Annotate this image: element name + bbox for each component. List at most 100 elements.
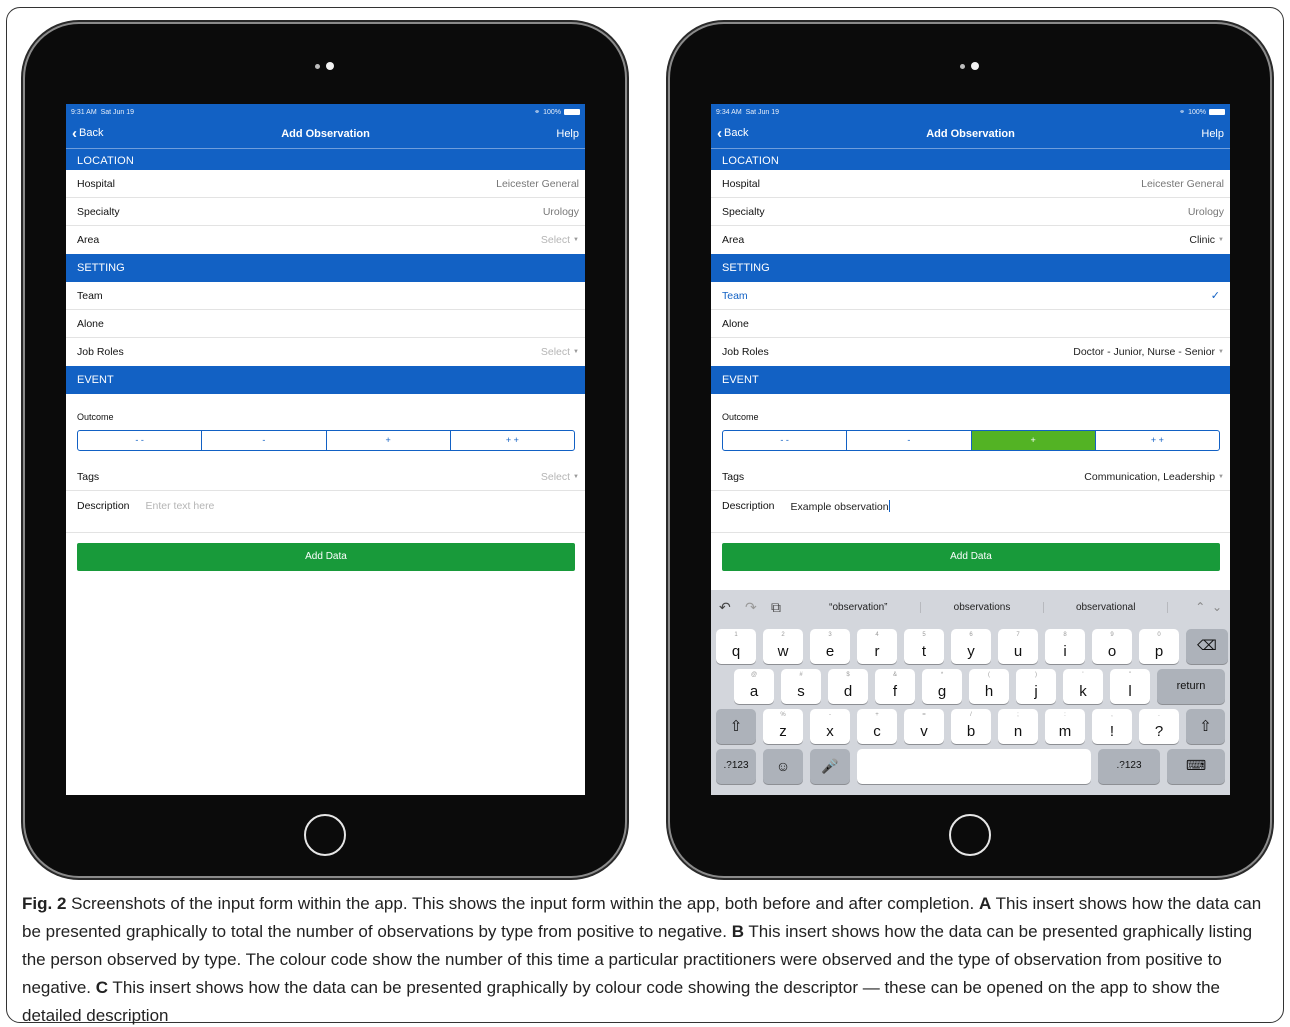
job-roles-row[interactable]: Job Roles Doctor - Junior, Nurse - Senior… — [711, 338, 1230, 366]
team-row[interactable]: Team ✓ — [711, 282, 1230, 310]
checkmark-icon: ✓ — [1210, 290, 1220, 302]
key-hint: 7 — [1016, 632, 1020, 638]
key-?[interactable]: .? — [1139, 709, 1179, 744]
add-data-button[interactable]: Add Data — [77, 543, 575, 571]
key-m[interactable]: :m — [1045, 709, 1085, 744]
job-roles-row[interactable]: Job Roles Select ▼ — [66, 338, 585, 366]
tags-label: Tags — [722, 470, 745, 483]
key-hint: 0 — [1157, 632, 1161, 638]
wifi-icon: ⚭ — [1179, 109, 1186, 116]
outcome-very-negative[interactable]: - - — [723, 431, 848, 450]
numbers-key[interactable]: .?123 — [716, 749, 756, 784]
key-j[interactable]: ) j — [1016, 669, 1056, 704]
specialty-row[interactable]: Specialty Urology — [66, 198, 585, 226]
keyboard-row-3: ⇧% z - x + c = v / b; n: m,!.? ⇧ — [711, 709, 1230, 744]
key-char: e — [825, 643, 835, 660]
home-button[interactable] — [949, 814, 991, 856]
key-p[interactable]: 0p — [1139, 629, 1179, 664]
suggestion-2[interactable]: observations — [921, 601, 1045, 613]
team-row[interactable]: Team — [66, 282, 585, 310]
outcome-negative[interactable]: - — [847, 431, 972, 450]
outcome-very-positive[interactable]: + + — [451, 431, 574, 450]
specialty-row[interactable]: Specialty Urology — [711, 198, 1230, 226]
key-hint: ' — [1082, 672, 1084, 678]
key-hint: . — [1158, 712, 1160, 718]
key-c[interactable]: + c — [857, 709, 897, 744]
key-v[interactable]: = v — [904, 709, 944, 744]
key-l[interactable]: " l — [1110, 669, 1150, 704]
help-button[interactable]: Help — [1201, 128, 1224, 140]
redo-icon[interactable]: ↷ — [745, 599, 771, 616]
clipboard-icon[interactable]: ⧉ — [771, 599, 797, 616]
hospital-value: Leicester General — [1141, 177, 1224, 190]
outcome-very-positive[interactable]: + + — [1096, 431, 1219, 450]
key-char: c — [873, 723, 881, 740]
key-hint: ) — [1035, 672, 1037, 678]
area-select: Select — [540, 234, 571, 246]
alone-row[interactable]: Alone — [711, 310, 1230, 338]
key-hint: 8 — [1063, 632, 1067, 638]
key-![interactable]: ,! — [1092, 709, 1132, 744]
space-key[interactable] — [857, 749, 1091, 784]
description-label: Description — [722, 500, 775, 512]
area-row[interactable]: Area Select ▼ — [66, 226, 585, 254]
key-h[interactable]: (h — [969, 669, 1009, 704]
emoji-key[interactable]: ☺ — [763, 749, 803, 784]
key-i[interactable]: 8i — [1045, 629, 1085, 664]
specialty-value: Urology — [542, 205, 579, 218]
numbers-key-right[interactable]: .?123 — [1098, 749, 1160, 784]
key-t[interactable]: 5t — [904, 629, 944, 664]
tags-row[interactable]: Tags Select ▼ — [66, 463, 585, 491]
suggestion-3[interactable]: observational — [1044, 601, 1169, 613]
key-char: b — [966, 723, 976, 740]
add-data-button[interactable]: Add Data — [722, 543, 1220, 571]
backspace-key[interactable]: ⌫ — [1186, 629, 1228, 664]
area-row[interactable]: Area Clinic ▼ — [711, 226, 1230, 254]
description-input[interactable]: Example observation — [791, 500, 890, 513]
alone-row[interactable]: Alone — [66, 310, 585, 338]
hospital-row[interactable]: Hospital Leicester General — [711, 170, 1230, 198]
tags-row[interactable]: Tags Communication, Leadership ▼ — [711, 463, 1230, 491]
section-header-location: LOCATION — [722, 155, 780, 167]
outcome-very-negative[interactable]: - - — [78, 431, 203, 450]
key-a[interactable]: @ a — [734, 669, 774, 704]
key-z[interactable]: % z — [763, 709, 803, 744]
outcome-negative[interactable]: - — [202, 431, 327, 450]
keyboard-dismiss-key[interactable]: ⌨ — [1167, 749, 1225, 784]
key-char: l — [1128, 683, 1132, 700]
help-button[interactable]: Help — [556, 128, 579, 140]
home-button[interactable] — [304, 814, 346, 856]
shift-key-right[interactable]: ⇧ — [1186, 709, 1225, 744]
caption-label-c: C — [95, 978, 109, 997]
suggestion-1[interactable]: “observation” — [797, 601, 921, 613]
key-k[interactable]: ' k — [1063, 669, 1103, 704]
outcome-positive[interactable]: + — [327, 431, 451, 450]
key-q[interactable]: 1q — [716, 629, 756, 664]
key-y[interactable]: 6y — [951, 629, 991, 664]
key-e[interactable]: 3e — [810, 629, 850, 664]
outcome-positive-selected[interactable]: + — [971, 431, 1096, 450]
undo-icon[interactable]: ↶ — [719, 599, 745, 616]
key-r[interactable]: 4r — [857, 629, 897, 664]
microphone-key[interactable]: 🎤 — [810, 749, 850, 784]
camera-icon — [960, 62, 980, 70]
key-char: f — [892, 683, 898, 700]
key-f[interactable]: & f — [875, 669, 915, 704]
key-n[interactable]: ; n — [998, 709, 1038, 744]
key-char: t — [921, 643, 927, 660]
shift-key-left[interactable]: ⇧ — [716, 709, 756, 744]
caret-down-icon: ▼ — [1218, 473, 1224, 480]
key-x[interactable]: -x — [810, 709, 850, 744]
chevron-up-down-icon[interactable]: ⌃ ⌄ — [1168, 600, 1222, 614]
job-roles-label: Job Roles — [77, 346, 124, 358]
key-s[interactable]: # s — [781, 669, 821, 704]
return-key[interactable]: return — [1157, 669, 1225, 704]
key-g[interactable]: * g — [922, 669, 962, 704]
key-o[interactable]: 9o — [1092, 629, 1132, 664]
key-w[interactable]: 2w — [763, 629, 803, 664]
hospital-row[interactable]: Hospital Leicester General — [66, 170, 585, 198]
key-d[interactable]: $ d — [828, 669, 868, 704]
description-input[interactable]: Enter text here — [146, 500, 215, 512]
key-b[interactable]: / b — [951, 709, 991, 744]
key-u[interactable]: 7u — [998, 629, 1038, 664]
